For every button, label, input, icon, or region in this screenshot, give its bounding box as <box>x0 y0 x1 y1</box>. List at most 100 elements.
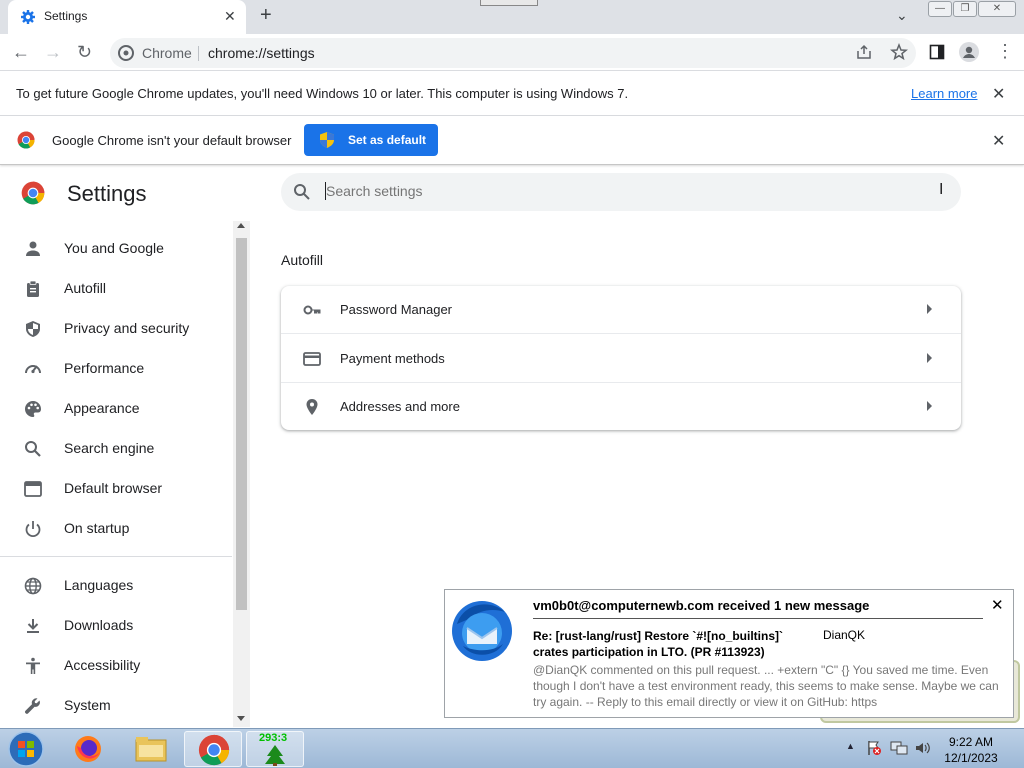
clock-time: 9:22 AM <box>948 735 994 749</box>
taskbar-badge: 293:3 <box>259 732 288 744</box>
taskbar-explorer[interactable] <box>122 731 180 767</box>
sidebar-item-system[interactable]: System <box>0 685 232 725</box>
notification-subject: Re: [rust-lang/rust] Restore `#![no_buil… <box>533 629 784 659</box>
sidebar-item-search-engine[interactable]: Search engine <box>0 428 232 468</box>
profile-avatar-icon[interactable] <box>959 42 979 62</box>
update-infobar: To get future Google Chrome updates, you… <box>0 71 1024 116</box>
restore-button[interactable]: ❐ <box>953 1 977 17</box>
action-center-flag-icon[interactable] <box>866 740 882 756</box>
settings-chrome-logo-icon <box>21 181 45 205</box>
reload-button[interactable]: ↻ <box>77 42 92 63</box>
sidebar-item-downloads[interactable]: Downloads <box>0 605 232 645</box>
share-icon[interactable] <box>856 44 872 60</box>
autofill-row-password-manager[interactable]: Password Manager <box>281 286 961 334</box>
tree-icon <box>265 745 285 766</box>
scroll-down-arrow-icon[interactable] <box>237 716 245 721</box>
credit-card-icon <box>303 351 321 366</box>
sidebar-item-label: Performance <box>64 360 145 376</box>
site-chip[interactable]: Chrome <box>142 45 192 61</box>
sidebar-divider <box>0 556 232 557</box>
accessibility-icon <box>26 657 40 674</box>
autofill-row-payment-methods[interactable]: Payment methods <box>281 335 961 383</box>
section-title: Autofill <box>281 252 324 268</box>
menu-button[interactable]: ⋮ <box>996 41 1014 62</box>
folder-icon <box>135 737 167 762</box>
sidebar-item-default-browser[interactable]: Default browser <box>0 468 232 508</box>
sidebar-item-performance[interactable]: Performance <box>0 348 232 388</box>
learn-more-link[interactable]: Learn more <box>911 86 977 101</box>
browser-icon <box>24 481 42 497</box>
uac-shield-icon <box>320 132 334 148</box>
search-input[interactable] <box>326 183 926 199</box>
globe-icon <box>24 577 42 595</box>
sidebar-item-label: You and Google <box>64 240 164 256</box>
window-close-button[interactable]: ✕ <box>978 1 1016 17</box>
side-panel-icon[interactable] <box>929 44 945 60</box>
wrench-icon <box>25 698 40 714</box>
minimize-button[interactable]: — <box>928 1 952 17</box>
sidebar-item-languages[interactable]: Languages <box>0 565 232 605</box>
taskbar-firefox[interactable] <box>60 731 118 767</box>
scrollbar-thumb[interactable] <box>236 238 247 610</box>
autofill-card: Password Manager Payment methods Addresses… <box>281 286 961 430</box>
tab-close-icon[interactable]: ✕ <box>224 8 236 25</box>
default-browser-infobar: Google Chrome isn't your default browser… <box>0 116 1024 165</box>
thunderbird-logo-icon <box>452 601 512 661</box>
sidebar-item-label: Languages <box>64 577 134 593</box>
chrome-site-icon <box>118 45 134 61</box>
sidebar-item-you-and-google[interactable]: You and Google <box>0 228 232 268</box>
sidebar-item-label: On startup <box>64 520 130 536</box>
clock-date: 12/1/2023 <box>944 751 998 765</box>
bookmark-star-icon[interactable] <box>890 43 908 61</box>
sidebar-item-accessibility[interactable]: Accessibility <box>0 645 232 685</box>
scroll-up-arrow-icon[interactable] <box>237 223 245 228</box>
sidebar-item-label: Accessibility <box>64 657 141 673</box>
set-as-default-button[interactable]: Set as default <box>304 124 438 156</box>
firefox-icon <box>75 736 101 762</box>
forward-button[interactable]: → <box>44 42 62 63</box>
search-icon <box>294 184 310 200</box>
chrome-logo-icon <box>17 131 35 149</box>
tab-strip: Settings ✕ + ⌄ — ❐ ✕ <box>0 0 1024 34</box>
notification-divider <box>533 618 983 619</box>
sidebar-item-autofill[interactable]: Autofill <box>0 268 232 308</box>
notification-body: @DianQK commented on this pull request. … <box>533 663 999 709</box>
default-infobar-close-icon[interactable]: ✕ <box>992 131 1005 151</box>
new-tab-button[interactable]: + <box>260 4 272 27</box>
taskbar-tree-app[interactable]: 293:3 <box>246 731 304 767</box>
gauge-icon <box>25 365 41 374</box>
start-button-icon[interactable] <box>6 730 46 768</box>
autofill-row-addresses-and-more[interactable]: Addresses and more <box>281 383 961 431</box>
sidebar-item-label: Privacy and security <box>64 320 190 336</box>
sidebar-item-label: Appearance <box>64 400 140 416</box>
notification-close-icon[interactable]: ✕ <box>991 596 1004 614</box>
show-hidden-icons-button[interactable]: ▲ <box>846 741 855 751</box>
update-message: To get future Google Chrome updates, you… <box>16 86 629 101</box>
browser-toolbar: ← → ↻ Chrome chrome://settings ⋮ <box>0 34 1024 71</box>
taskbar-chrome[interactable] <box>184 731 242 767</box>
row-label: Password Manager <box>340 302 452 317</box>
clipboard-icon <box>27 280 39 297</box>
address-bar[interactable]: Chrome chrome://settings <box>110 38 916 68</box>
url-text[interactable]: chrome://settings <box>208 45 315 61</box>
network-icon[interactable] <box>890 740 908 756</box>
sidebar-item-on-startup[interactable]: On startup <box>0 508 232 548</box>
gear-icon <box>21 10 35 24</box>
chrome-taskbar-icon <box>198 734 230 766</box>
page-title: Settings <box>67 181 147 206</box>
sidebar-item-privacy-and-security[interactable]: Privacy and security <box>0 308 232 348</box>
default-browser-message: Google Chrome isn't your default browser <box>52 133 292 148</box>
window-drag-handle[interactable] <box>480 0 538 6</box>
sidebar-item-appearance[interactable]: Appearance <box>0 388 232 428</box>
sidebar-item-label: System <box>64 697 111 713</box>
notification-header: vm0b0t@computernewb.com received 1 new m… <box>533 598 870 613</box>
tab-settings[interactable]: Settings ✕ <box>8 0 246 34</box>
update-infobar-close-icon[interactable]: ✕ <box>992 84 1005 104</box>
set-as-default-label: Set as default <box>348 133 427 147</box>
volume-icon[interactable] <box>914 740 930 756</box>
mail-notification[interactable]: vm0b0t@computernewb.com received 1 new m… <box>444 589 1014 718</box>
system-clock[interactable]: 9:22 AM 12/1/2023 <box>936 734 1006 766</box>
tab-search-button[interactable]: ⌄ <box>896 7 908 24</box>
back-button[interactable]: ← <box>12 42 30 63</box>
search-settings-box[interactable] <box>281 173 961 211</box>
